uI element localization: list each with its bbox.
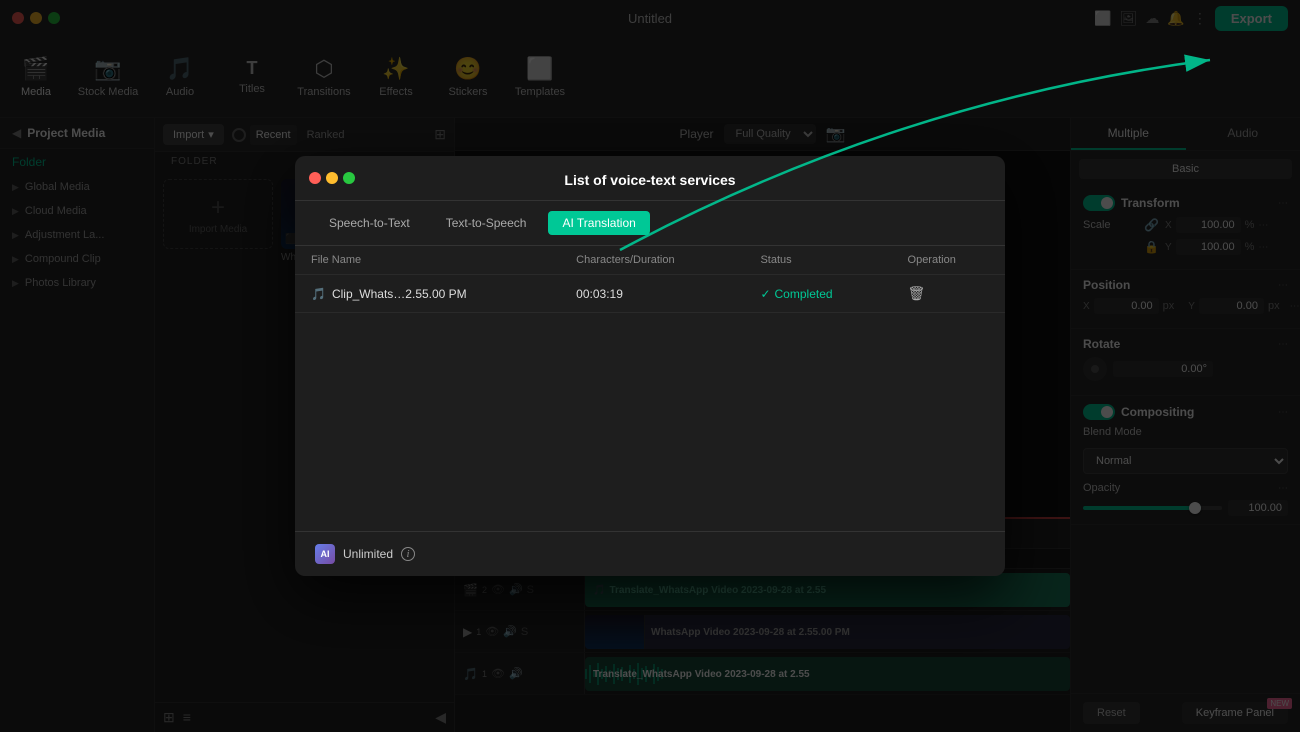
- check-icon: ✓: [760, 287, 770, 301]
- delete-operation-icon[interactable]: 🗑: [908, 285, 926, 301]
- status-text: Completed: [775, 287, 833, 301]
- cell-filename: 🎵 Clip_Whats…2.55.00 PM: [295, 275, 560, 313]
- modal-overlay[interactable]: List of voice-text services Speech-to-Te…: [0, 0, 1300, 732]
- file-name-text: Clip_Whats…2.55.00 PM: [332, 287, 467, 301]
- cell-operation: 🗑: [892, 275, 1005, 313]
- col-duration: Characters/Duration: [560, 246, 744, 275]
- modal-tabs: Speech-to-Text Text-to-Speech AI Transla…: [295, 201, 1005, 246]
- table-header: File Name Characters/Duration Status Ope…: [295, 246, 1005, 275]
- modal-table: File Name Characters/Duration Status Ope…: [295, 246, 1005, 313]
- tab-ai-translation[interactable]: AI Translation: [548, 211, 649, 235]
- tab-speech-to-text[interactable]: Speech-to-Text: [315, 211, 424, 235]
- table-body: 🎵 Clip_Whats…2.55.00 PM 00:03:19 ✓ Compl…: [295, 275, 1005, 313]
- tab-text-to-speech[interactable]: Text-to-Speech: [432, 211, 541, 235]
- col-filename: File Name: [295, 246, 560, 275]
- modal-maximize-dot[interactable]: [343, 172, 355, 184]
- modal-empty-space: [295, 313, 1005, 531]
- modal-header: List of voice-text services: [295, 156, 1005, 201]
- col-operation: Operation: [892, 246, 1005, 275]
- modal-dialog: List of voice-text services Speech-to-Te…: [295, 156, 1005, 576]
- modal-close-dot[interactable]: [309, 172, 321, 184]
- info-icon[interactable]: i: [401, 547, 415, 561]
- col-status: Status: [744, 246, 891, 275]
- main-layout: ◀ Project Media Folder ▶ Global Media ▶ …: [0, 118, 1300, 732]
- ai-logo: AI: [315, 544, 335, 564]
- modal-window-controls: [309, 172, 355, 184]
- status-completed: ✓ Completed: [760, 287, 875, 301]
- cell-duration: 00:03:19: [560, 275, 744, 313]
- modal-footer: AI Unlimited i: [295, 531, 1005, 576]
- table-row: 🎵 Clip_Whats…2.55.00 PM 00:03:19 ✓ Compl…: [295, 275, 1005, 313]
- modal-title: List of voice-text services: [564, 172, 735, 188]
- cell-status: ✓ Completed: [744, 275, 891, 313]
- file-audio-icon: 🎵: [311, 287, 326, 301]
- modal-minimize-dot[interactable]: [326, 172, 338, 184]
- unlimited-label: Unlimited: [343, 547, 393, 561]
